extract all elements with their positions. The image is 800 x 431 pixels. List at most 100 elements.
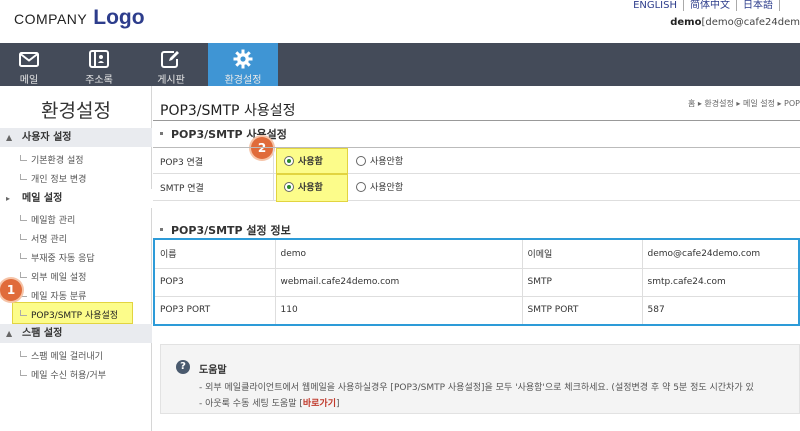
table-cell: POP3 PORT — [155, 296, 276, 324]
sidebar-item-signature[interactable]: 서명 관리 — [20, 232, 67, 245]
collapse-triangle-icon: ▲ — [6, 329, 13, 338]
help-line-1: - 외부 메일클라이언트에서 웹메일을 사용하실경우 [POP3/SMTP 사용… — [199, 383, 754, 393]
question-icon: ? — [176, 360, 190, 374]
logo-mark-text: Logo — [93, 6, 145, 29]
sidebar-section-mail[interactable]: ▸ 메일 설정 — [0, 189, 152, 208]
nav-addressbook-label: 주소록 — [85, 75, 113, 86]
user-email: [demo@cafe24dem — [701, 17, 800, 28]
sidebar-item-label: 스팸 메일 걸러내기 — [31, 352, 103, 362]
tree-branch-icon — [20, 351, 27, 357]
pop3-off-label[interactable]: 사용안함 — [370, 154, 403, 167]
sidebar-item-mailbox[interactable]: 메일함 관리 — [20, 213, 75, 226]
sidebar-item-label: 메일 수신 허용/거부 — [31, 371, 106, 381]
tree-branch-icon — [20, 174, 27, 180]
help-line-2-suffix: ] — [336, 399, 340, 409]
tree-branch-icon — [20, 310, 27, 316]
nav-mail[interactable]: 메일 — [0, 43, 58, 86]
tree-branch-icon — [20, 370, 27, 376]
sidebar-item-auto-sort[interactable]: 메일 자동 분류 — [20, 289, 86, 302]
info-section-heading-text: POP3/SMTP 설정 정보 — [171, 224, 291, 237]
sidebar-item-label: 기본환경 설정 — [31, 156, 84, 166]
smtp-on-radio[interactable] — [284, 182, 294, 192]
form-row-pop3: POP3 연결 사용함 사용안함 — [153, 147, 800, 175]
language-links: ENGLISH 简体中文 日本語 — [627, 0, 792, 11]
logo-company-text: COMPANY — [14, 11, 88, 27]
sidebar-item-label: 부재중 자동 응답 — [31, 254, 95, 264]
bullet-icon — [160, 228, 163, 231]
sidebar-item-label: 서명 관리 — [31, 235, 67, 245]
table-cell: 이름 — [155, 240, 276, 269]
sidebar-item-auto-reply[interactable]: 부재중 자동 응답 — [20, 251, 95, 264]
sidebar-section-label: 사용자 설정 — [22, 132, 72, 143]
table-cell: smtp.cafe24.com — [642, 268, 798, 297]
table-cell: 587 — [647, 305, 665, 316]
main-nav: 메일 주소록 게시판 환경설정 — [0, 43, 800, 86]
sidebar-item-spam-filter[interactable]: 스팸 메일 걸러내기 — [20, 349, 103, 362]
mail-icon — [0, 48, 58, 70]
table-cell: 이메일 — [522, 240, 643, 269]
tree-branch-icon — [20, 253, 27, 259]
sidebar-item-label: 외부 메일 설정 — [31, 273, 87, 283]
sidebar-section-user[interactable]: ▲ 사용자 설정 — [0, 128, 152, 147]
tree-branch-icon — [20, 234, 27, 240]
pop3-smtp-form: POP3 연결 사용함 사용안함 SMTP 연결 사용함 사용안함 — [153, 147, 800, 202]
help-box: ? 도움말 - 외부 메일클라이언트에서 웹메일을 사용하실경우 [POP3/S… — [160, 344, 800, 414]
gear-icon — [208, 48, 278, 70]
table-row: POP3 webmail.cafe24demo.com SMTP smtp.ca… — [155, 268, 798, 297]
smtp-off-radio[interactable] — [356, 182, 366, 192]
table-cell: SMTP — [522, 268, 643, 297]
board-edit-icon — [142, 48, 200, 70]
pop3-off-radio[interactable] — [356, 156, 366, 166]
nav-settings[interactable]: 환경설정 — [208, 43, 278, 86]
help-title: 도움말 — [199, 365, 227, 376]
step-badge-1: 1 — [0, 279, 22, 301]
help-line-2-prefix: - 아웃룩 수동 세팅 도움말 [ — [199, 399, 303, 409]
table-cell: webmail.cafe24demo.com — [275, 268, 523, 297]
help-line-2: - 아웃룩 수동 세팅 도움말 [바로가기] — [199, 396, 340, 409]
sidebar-item-external-mail[interactable]: 외부 메일 설정 — [20, 270, 86, 283]
nav-board[interactable]: 게시판 — [142, 43, 200, 86]
info-section-heading: POP3/SMTP 설정 정보 — [160, 222, 291, 238]
lang-english-link[interactable]: ENGLISH — [627, 0, 683, 11]
sidebar-item-basic-settings[interactable]: 기본환경 설정 — [20, 153, 84, 166]
sidebar-section-spam[interactable]: ▲ 스팸 설정 — [0, 324, 152, 343]
lang-japanese-link[interactable]: 日本語 — [736, 0, 779, 11]
table-cell: demo@cafe24demo.com — [642, 240, 798, 269]
tree-branch-icon — [20, 215, 27, 221]
nav-mail-label: 메일 — [19, 75, 39, 86]
smtp-off-label[interactable]: 사용안함 — [370, 180, 403, 193]
bullet-icon — [160, 132, 163, 135]
pop3-on-radio[interactable] — [284, 156, 294, 166]
sidebar-item-label: 메일함 관리 — [31, 216, 76, 226]
lang-more-link[interactable] — [779, 0, 792, 11]
addressbook-icon — [70, 48, 128, 70]
company-logo[interactable]: COMPANY Logo — [14, 6, 145, 32]
sidebar-section-label: 메일 설정 — [22, 193, 63, 204]
pop3-on-label[interactable]: 사용함 — [298, 154, 323, 167]
form-divider — [273, 148, 274, 175]
table-cell: POP3 — [155, 268, 276, 297]
sidebar-item-allow-deny[interactable]: 메일 수신 허용/거부 — [20, 368, 106, 381]
smtp-on-label[interactable]: 사용함 — [298, 180, 323, 193]
sidebar-item-pop3-smtp[interactable]: POP3/SMTP 사용설정 — [20, 308, 118, 321]
form-row-smtp: SMTP 연결 사용함 사용안함 — [153, 174, 800, 202]
nav-addressbook[interactable]: 주소록 — [70, 43, 128, 86]
tree-branch-icon — [20, 155, 27, 161]
sidebar-item-label: POP3/SMTP 사용설정 — [31, 311, 119, 321]
table-row: 이름 demo 이메일 demo@cafe24demo.com — [155, 240, 798, 269]
form-label: POP3 연결 — [160, 158, 204, 168]
sidebar-item-label: 개인 정보 변경 — [31, 175, 87, 185]
lang-chinese-link[interactable]: 简体中文 — [683, 0, 736, 11]
sidebar-item-personal-info[interactable]: 개인 정보 변경 — [20, 172, 86, 185]
expand-triangle-icon: ▸ — [6, 194, 11, 203]
table-row: POP3 PORT 110 SMTP PORT 587 — [155, 296, 798, 324]
sidebar-section-label: 스팸 설정 — [22, 328, 63, 339]
user-info: demo[demo@cafe24dem — [670, 17, 800, 28]
outlook-guide-link[interactable]: 바로가기 — [303, 399, 336, 409]
tree-branch-icon — [20, 272, 27, 278]
table-cell: 110 — [275, 296, 523, 324]
sidebar-item-label: 메일 자동 분류 — [31, 292, 87, 302]
form-divider — [273, 174, 274, 201]
nav-board-label: 게시판 — [157, 75, 185, 86]
page-title: POP3/SMTP 사용설정 — [160, 103, 296, 119]
